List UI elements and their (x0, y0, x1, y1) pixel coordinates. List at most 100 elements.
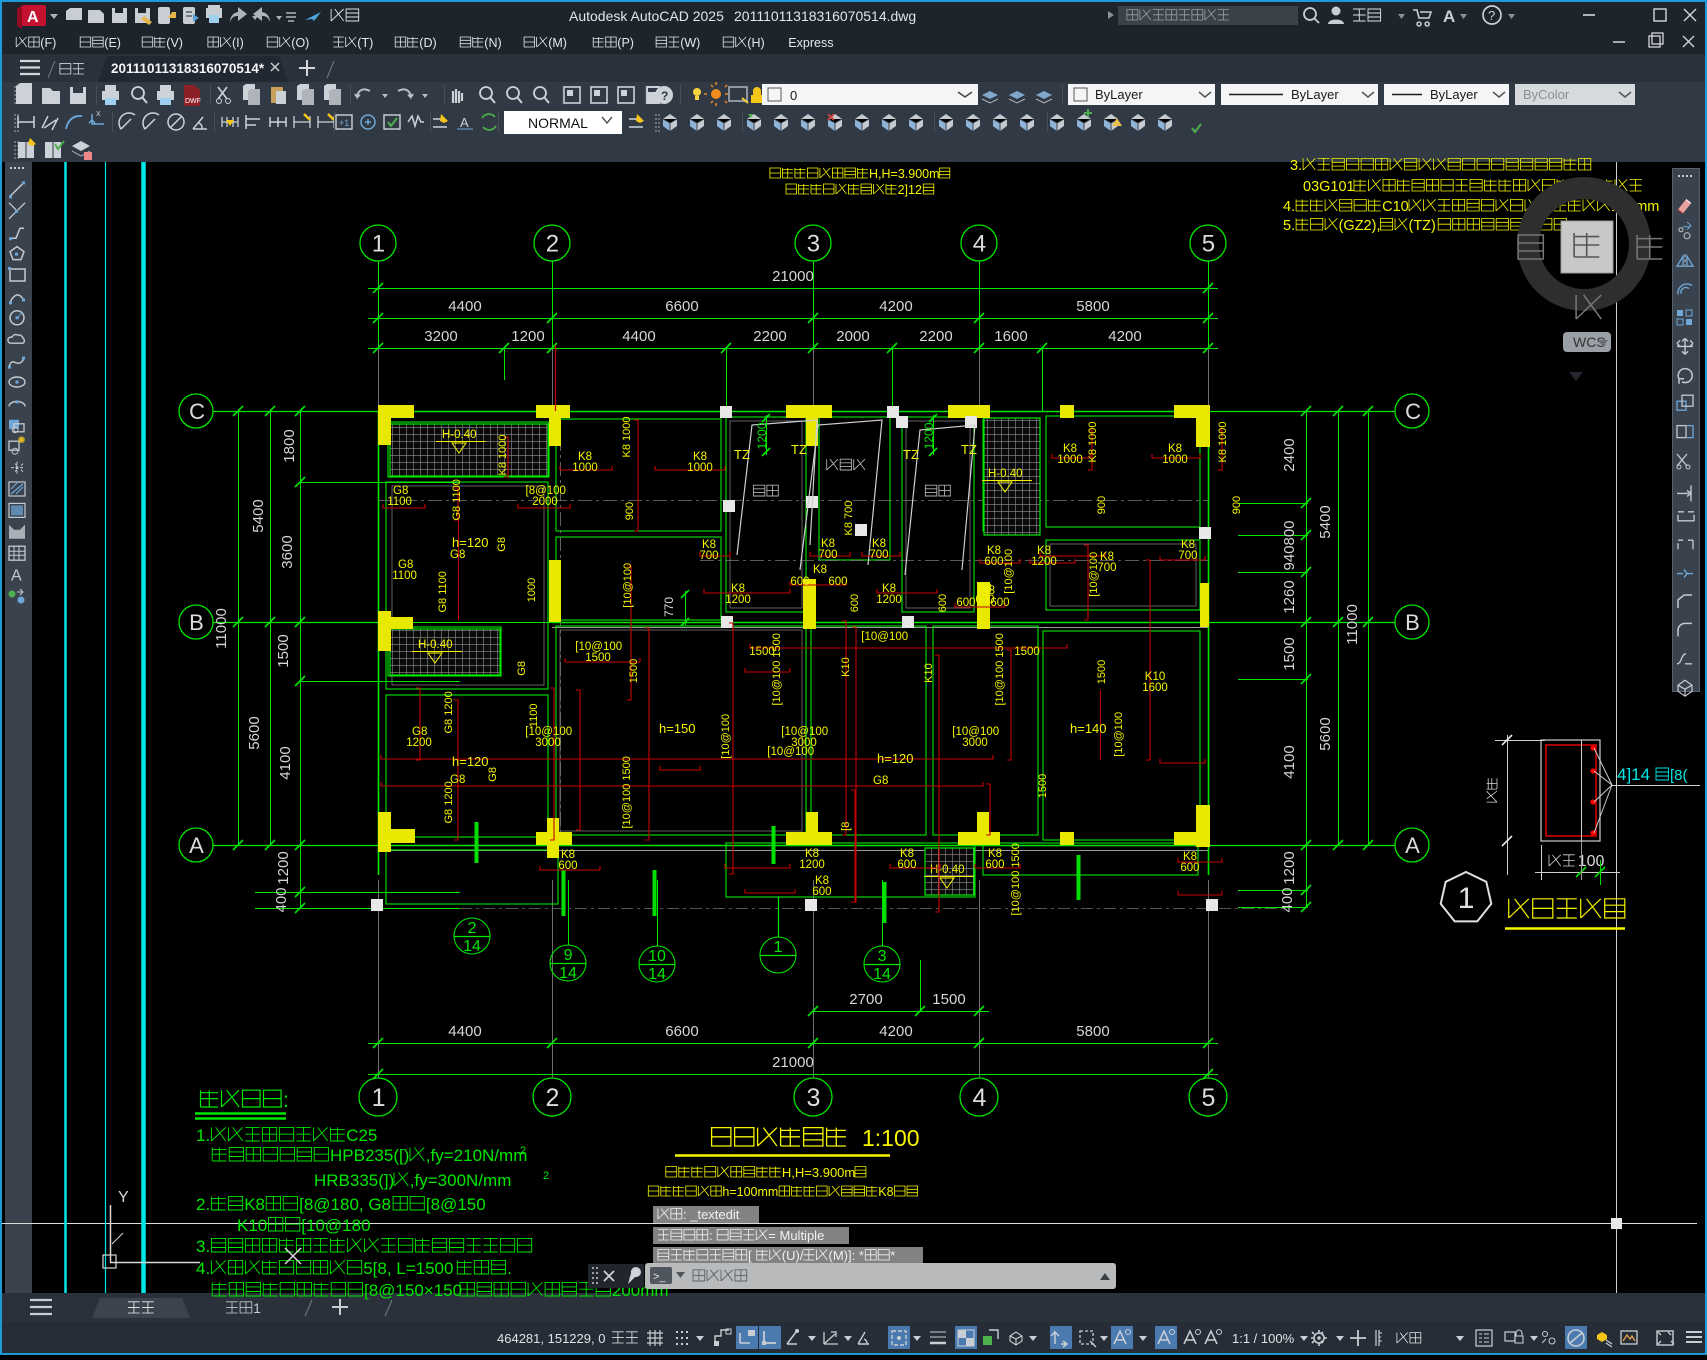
svg-text:G8 1100: G8 1100 (451, 479, 463, 520)
svg-text:4200: 4200 (879, 298, 912, 315)
svg-text:4.: 4. (1283, 199, 1295, 215)
svg-text:1000: 1000 (1057, 454, 1083, 466)
svg-text:700: 700 (869, 549, 888, 561)
svg-text:B: B (189, 610, 204, 635)
svg-text:NORMAL: NORMAL (528, 115, 588, 131)
svg-text:1000: 1000 (687, 462, 713, 474)
svg-text:K8 1000: K8 1000 (1087, 422, 1099, 463)
svg-text:C: C (189, 399, 205, 424)
svg-text:1500: 1500 (275, 634, 292, 667)
svg-text:K10: K10 (923, 663, 935, 683)
svg-text:ByLayer: ByLayer (1291, 87, 1339, 102)
svg-text:1500: 1500 (1037, 774, 1049, 798)
svg-text:600: 600 (985, 859, 1004, 871)
svg-text:1: 1 (372, 1084, 386, 1112)
svg-text:600: 600 (1180, 862, 1199, 874)
svg-text:,fy=210N/mm: ,fy=210N/mm (426, 1146, 528, 1165)
svg-text:TZ: TZ (961, 442, 977, 457)
svg-text:(O): (O) (291, 36, 309, 50)
svg-text:ByLayer: ByLayer (1095, 87, 1143, 102)
svg-text:900: 900 (1096, 496, 1108, 514)
svg-text:4400: 4400 (448, 298, 481, 315)
svg-text:[10@100 1500: [10@100 1500 (621, 756, 633, 828)
svg-text:4400: 4400 (622, 328, 655, 345)
svg-text:A: A (1405, 833, 1420, 858)
svg-text:1.: 1. (196, 1126, 210, 1145)
svg-text:5400: 5400 (250, 499, 267, 532)
svg-text:G8 1100: G8 1100 (437, 571, 449, 612)
svg-text:H-0.40: H-0.40 (930, 864, 965, 876)
svg-text:ByColor: ByColor (1523, 87, 1570, 102)
svg-text:(TZ): (TZ) (1409, 218, 1436, 234)
svg-text:DWF: DWF (185, 98, 201, 105)
svg-text:[10@100: [10@100 (720, 714, 732, 759)
svg-text:2200: 2200 (753, 328, 786, 345)
svg-text:5600: 5600 (1317, 717, 1334, 750)
svg-text:4400: 4400 (448, 1023, 481, 1040)
svg-text::: : (709, 1228, 713, 1243)
svg-text:1200: 1200 (799, 859, 825, 871)
svg-text:800: 800 (1281, 520, 1298, 545)
svg-text:G8: G8 (450, 549, 465, 561)
svg-text:1: 1 (372, 231, 385, 258)
svg-text:4100: 4100 (277, 746, 294, 779)
svg-text:(W): (W) (680, 36, 700, 50)
svg-text:(P): (P) (617, 36, 634, 50)
svg-text:464281, 151229, 0: 464281, 151229, 0 (497, 1331, 605, 1346)
svg-text:G8: G8 (487, 767, 499, 782)
svg-text:6600: 6600 (665, 298, 698, 315)
svg-text:1: 1 (1458, 882, 1475, 915)
svg-text:>_: >_ (653, 1271, 666, 1283)
svg-text:1200: 1200 (725, 594, 751, 606)
svg-text:K10: K10 (840, 657, 852, 677)
svg-text:C10: C10 (1382, 199, 1409, 215)
svg-text:1500: 1500 (1014, 646, 1040, 658)
svg-text:h=120: h=120 (877, 751, 914, 766)
svg-text:[10@100 1500: [10@100 1500 (994, 633, 1006, 705)
svg-text:4200: 4200 (1108, 328, 1141, 345)
svg-text:0: 0 (790, 88, 797, 103)
svg-text:(GZ2),: (GZ2), (1339, 218, 1381, 234)
svg-text:1:100: 1:100 (862, 1125, 920, 1151)
svg-text:[10@100: [10@100 (1113, 712, 1125, 757)
svg-text:G8: G8 (873, 775, 888, 787)
svg-text:TZ: TZ (734, 447, 750, 462)
svg-text:K10: K10 (237, 1216, 267, 1235)
svg-text:[8@150×150: [8@150×150 (364, 1281, 462, 1300)
svg-text:20111011318316070514*: 20111011318316070514* (111, 61, 265, 76)
svg-text:14: 14 (873, 966, 891, 983)
svg-text:(E): (E) (104, 36, 121, 50)
svg-text:[10@100: [10@100 (861, 631, 908, 643)
svg-text:03G101: 03G101 (1303, 179, 1355, 195)
svg-text:1200: 1200 (406, 737, 432, 749)
svg-text:[8@150: [8@150 (426, 1195, 486, 1214)
svg-text:K8 700: K8 700 (843, 501, 855, 536)
svg-text:h=140: h=140 (1070, 721, 1107, 736)
svg-text:[8: [8 (840, 822, 852, 831)
svg-text:A: A (27, 9, 39, 26)
svg-text:2: 2 (546, 231, 559, 258)
svg-text:4]14: 4]14 (1617, 765, 1650, 784)
svg-text:1500: 1500 (932, 991, 965, 1008)
svg-text:(T): (T) (357, 36, 373, 50)
svg-text:3: 3 (807, 231, 820, 258)
svg-text:K8: K8 (813, 564, 827, 576)
svg-text:K8: K8 (878, 1185, 893, 1199)
svg-text:ByLayer: ByLayer (1430, 87, 1478, 102)
svg-text:3.: 3. (196, 1237, 210, 1256)
svg-text:5800: 5800 (1076, 1023, 1109, 1040)
svg-text:700: 700 (699, 550, 718, 562)
svg-text:A: A (1443, 7, 1455, 26)
svg-text:1200: 1200 (1281, 851, 1298, 884)
svg-text:h=120: h=120 (452, 535, 489, 550)
svg-text:10: 10 (648, 948, 666, 965)
svg-text:1600: 1600 (994, 328, 1027, 345)
svg-text:1000: 1000 (572, 462, 598, 474)
svg-text:K8 1000: K8 1000 (497, 435, 509, 476)
svg-text:G8: G8 (516, 661, 528, 676)
svg-text:[8(: [8( (1670, 767, 1688, 784)
svg-text:4: 4 (973, 231, 986, 258)
svg-text:(V): (V) (166, 36, 183, 50)
svg-text:4: 4 (973, 1084, 987, 1112)
svg-text:1260: 1260 (1281, 580, 1298, 613)
